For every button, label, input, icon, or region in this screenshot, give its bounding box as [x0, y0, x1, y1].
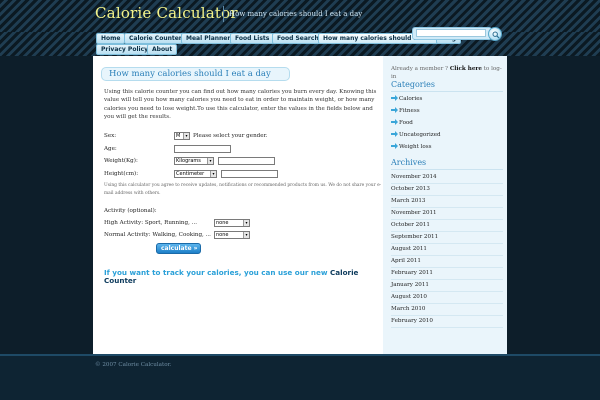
arrow-right-icon [391, 143, 398, 149]
archive-item[interactable]: August 2010 [391, 292, 503, 304]
weight-unit-value: Kilograms [176, 158, 201, 164]
high-activity-select[interactable]: none ▾ [214, 219, 250, 227]
site-title[interactable]: Calorie Calculator [95, 4, 238, 22]
search-button[interactable] [488, 27, 502, 41]
normal-activity-select[interactable]: none ▾ [214, 231, 250, 239]
archive-item[interactable]: October 2011 [391, 220, 503, 232]
category-label: Fitness [399, 108, 420, 114]
archive-item[interactable]: November 2011 [391, 208, 503, 220]
tab-calorie-counter[interactable]: Calorie Counter [124, 33, 187, 44]
arrow-right-icon [391, 119, 398, 125]
archive-item[interactable]: September 2011 [391, 232, 503, 244]
tab-food-lists[interactable]: Food Lists [230, 33, 275, 44]
height-unit-value: Centimeter [176, 171, 205, 177]
copyright-text: © 2007 Calorie Calculator. [95, 362, 172, 368]
track-text: If you want to track your calories, you … [104, 268, 331, 277]
category-item[interactable]: Food [391, 119, 413, 127]
track-calories-text: If you want to track your calories, you … [104, 269, 380, 285]
height-field[interactable] [221, 170, 278, 178]
tab-meal-planner[interactable]: Meal Planner [181, 33, 236, 44]
tab-about[interactable]: About [147, 44, 178, 55]
activity-label: Activity (optional): [104, 208, 157, 214]
category-item[interactable]: Uncategorized [391, 131, 441, 139]
disclaimer-text: Using this calculator you agree to recei… [104, 183, 382, 196]
normal-activity-value: none [216, 232, 229, 238]
category-label: Uncategorized [399, 132, 441, 138]
archive-item[interactable]: November 2014 [391, 172, 503, 184]
archive-item[interactable]: March 2013 [391, 196, 503, 208]
page-title: How many calories should I eat a day [109, 69, 271, 79]
sex-hint: Please select your gender. [193, 133, 268, 139]
archive-item[interactable]: February 2010 [391, 316, 503, 328]
category-item[interactable]: Fitness [391, 107, 420, 115]
chevron-down-icon: ▾ [183, 133, 189, 139]
chevron-down-icon: ▾ [243, 232, 249, 238]
arrow-right-icon [391, 95, 398, 101]
high-activity-value: none [216, 220, 229, 226]
arrow-right-icon [391, 107, 398, 113]
sex-select[interactable]: M ▾ [174, 132, 190, 140]
archives-heading: Archives [391, 158, 427, 167]
calculate-button[interactable]: calculate » [156, 243, 201, 254]
chevron-down-icon: ▾ [207, 158, 213, 164]
archive-item[interactable]: January 2011 [391, 280, 503, 292]
category-item[interactable]: Calories [391, 95, 422, 103]
weight-field[interactable] [218, 157, 275, 165]
weight-label: Weight(Kg): [104, 158, 138, 164]
login-link[interactable]: Click here [450, 66, 482, 72]
archive-item[interactable]: August 2011 [391, 244, 503, 256]
footer [0, 354, 600, 400]
category-label: Calories [399, 96, 423, 102]
age-field[interactable] [174, 145, 231, 153]
archive-item[interactable]: March 2010 [391, 304, 503, 316]
member-login: Already a member ? Click here to log-in [391, 65, 503, 81]
sex-label: Sex: [104, 133, 117, 139]
sex-select-value: M [176, 133, 181, 139]
archive-item[interactable]: February 2011 [391, 268, 503, 280]
tab-food-search[interactable]: Food Search [272, 33, 324, 44]
footer-divider [0, 354, 600, 356]
archives-divider [391, 169, 503, 170]
age-label: Age: [104, 146, 117, 152]
category-label: Food [399, 120, 413, 126]
title-divider [223, 6, 224, 22]
categories-heading: Categories [391, 80, 435, 89]
magnifier-icon [492, 31, 500, 39]
chevron-down-icon: ▾ [243, 220, 249, 226]
intro-text: Using this calorie counter you can find … [104, 89, 377, 121]
archive-item[interactable]: October 2013 [391, 184, 503, 196]
height-label: Height(cm): [104, 171, 139, 177]
tab-privacy-policy[interactable]: Privacy Policy [96, 44, 154, 55]
height-unit-select[interactable]: Centimeter ▾ [174, 170, 217, 178]
category-label: Weight loss [399, 144, 432, 150]
weight-unit-select[interactable]: Kilograms ▾ [174, 157, 214, 165]
arrow-right-icon [391, 131, 398, 137]
tab-home[interactable]: Home [96, 33, 126, 44]
archive-item[interactable]: April 2011 [391, 256, 503, 268]
search-input[interactable] [416, 29, 486, 37]
normal-activity-label: Normal Activity: Walking, Cooking, ... [104, 232, 211, 238]
member-prefix: Already a member ? [391, 66, 450, 72]
category-item[interactable]: Weight loss [391, 143, 432, 151]
categories-divider [391, 91, 503, 92]
site-tagline: How many calories should I eat a day [229, 10, 363, 18]
high-activity-label: High Activity: Sport, Running, ... [104, 220, 197, 226]
chevron-down-icon: ▾ [210, 171, 216, 177]
